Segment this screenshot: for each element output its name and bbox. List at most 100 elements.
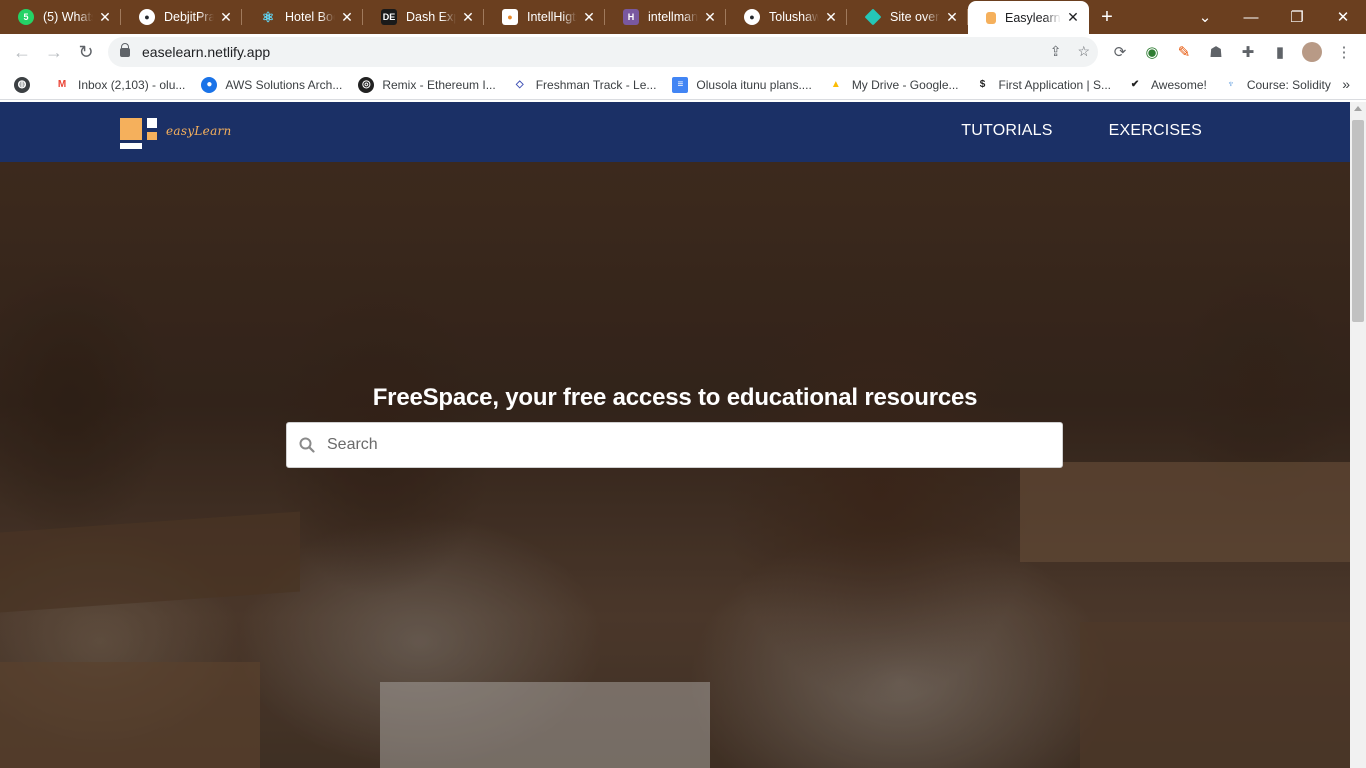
bookmark-star-icon[interactable]: ☆ [1077,43,1090,60]
page-scrollbar[interactable] [1350,102,1366,768]
pen-extension-icon[interactable]: ✎ [1168,42,1200,62]
freshman-icon: ◇ [515,79,524,90]
reload-icon[interactable]: ↻ [70,36,102,68]
github-icon: ● [139,9,155,25]
bookmark-label: Course: Solidity [1246,77,1331,92]
netlify-icon [864,8,882,26]
url-text[interactable]: easelearn.netlify.app [142,44,270,60]
close-window-icon[interactable]: ✕ [1320,8,1366,26]
tab-title: (5) WhatsApp [43,10,93,24]
bookmark-label: Awesome! [1151,77,1207,92]
logo-text: easyLearn [166,124,232,138]
nav-exercises-link[interactable]: EXERCISES [1109,122,1202,140]
search-icon [299,437,315,453]
restore-icon[interactable]: ❐ [1274,8,1320,26]
close-icon[interactable]: ✕ [944,9,960,26]
bookmark-label: My Drive - Google... [851,77,959,92]
close-icon[interactable]: ✕ [581,9,597,26]
drive-icon: ▲ [830,79,841,90]
easylearn-icon [986,11,996,24]
back-icon[interactable]: ← [6,36,38,68]
react-icon: ⚛ [261,8,275,25]
tab-easylearn[interactable]: Easylearn | ✕ [968,0,1089,35]
bookmark-item[interactable]: ✔ Awesome! [1127,77,1207,93]
awesome-icon: ✔ [1130,79,1140,90]
tab-title: IntellHigts [527,10,577,24]
tab-title: intellmanage [648,10,698,24]
share-icon[interactable]: ⇪ [1050,43,1062,60]
site-navbar: easyLearn TUTORIALS EXERCISES [0,102,1350,162]
intell-icon: ● [502,9,518,25]
globe-icon: ◍ [14,76,30,93]
globe-extension-icon[interactable]: ◉ [1136,42,1168,62]
tab-title: Site overview [890,10,940,24]
docs-icon: ≡ [672,76,689,93]
bookmark-item[interactable]: ◇ Freshman Track - Le... [512,77,657,93]
menu-icon[interactable]: ⋮ [1328,42,1360,62]
close-icon[interactable]: ✕ [339,9,355,26]
tab-dash-express[interactable]: DE Dash Express ✕ [363,0,484,34]
heroku-icon: H [623,9,639,25]
tab-title: Easylearn | [1005,10,1061,25]
scrollbar-thumb[interactable] [1352,120,1364,322]
close-icon[interactable]: ✕ [702,9,718,26]
puzzle-icon[interactable]: ✚ [1232,42,1264,62]
bookmark-label: Inbox (2,103) - olu... [78,77,186,92]
bookmarks-bar: ◍ M Inbox (2,103) - olu... ● AWS Solutions… [0,70,1366,100]
bookmark-label: AWS Solutions Arch... [225,77,343,92]
tab-whatsapp[interactable]: 5 (5) WhatsApp ✕ [0,0,121,34]
course-icon: ♆ [1227,79,1235,90]
close-icon[interactable]: ✕ [97,9,113,26]
bookmark-item[interactable]: M Inbox (2,103) - olu... [54,77,186,93]
forward-icon[interactable]: → [38,36,70,68]
close-icon[interactable]: ✕ [218,9,234,26]
minimize-icon[interactable]: — [1228,9,1274,26]
dash-icon: DE [381,9,397,25]
scroll-up-icon[interactable] [1354,106,1362,111]
tab-intellhigts[interactable]: ● IntellHigts ✕ [484,0,605,34]
page-viewport: easyLearn TUTORIALS EXERCISES FreeSpace,… [0,102,1350,768]
tab-github-tolushawlat[interactable]: ● Tolushawlat ✕ [726,0,847,34]
tab-github-debjit[interactable]: ● DebjitPramanik ✕ [121,0,242,34]
robot-extension-icon[interactable]: ☗ [1200,42,1232,62]
tab-search-icon[interactable]: ⌄ [1182,8,1228,26]
bookmark-item[interactable]: ≡ Olusola itunu plans.... [672,76,812,93]
bookmark-item[interactable]: ◎ Remix - Ethereum I... [358,76,496,93]
tab-title: Hotel Booking [285,10,335,24]
sidepanel-icon[interactable]: ▮ [1264,42,1296,62]
site-nav: TUTORIALS EXERCISES [961,122,1202,140]
address-bar[interactable]: easelearn.netlify.app ⇪ ☆ [108,37,1098,67]
whatsapp-icon: 5 [18,9,34,25]
close-icon[interactable]: ✕ [1065,9,1081,26]
github-icon: ● [744,9,760,25]
search-box[interactable] [286,422,1063,468]
close-icon[interactable]: ✕ [460,9,476,26]
search-input[interactable] [327,436,1062,454]
bookmarks-overflow-icon[interactable]: » [1342,76,1350,92]
bookmark-globe[interactable]: ◍ [14,76,38,93]
site-logo[interactable]: easyLearn [120,118,232,150]
avatar[interactable] [1296,42,1328,62]
nav-tutorials-link[interactable]: TUTORIALS [961,122,1052,140]
aws-icon: ● [201,76,218,93]
hero-title: FreeSpace, your free access to education… [372,384,978,411]
bookmark-item[interactable]: ● AWS Solutions Arch... [201,76,343,93]
sync-extension-icon[interactable]: ⟳ [1104,42,1136,62]
window-controls: ⌄ — ❐ ✕ [1182,0,1366,34]
tab-strip: 5 (5) WhatsApp ✕ ● DebjitPramanik ✕ ⚛ Ho… [0,0,1366,35]
tab-title: DebjitPramanik [164,10,214,24]
close-icon[interactable]: ✕ [823,9,839,26]
tab-hotel-booking[interactable]: ⚛ Hotel Booking ✕ [242,0,363,34]
tab-title: Dash Express [406,10,456,24]
lock-icon[interactable] [120,42,130,57]
bookmark-label: First Application | S... [998,77,1112,92]
bookmark-item[interactable]: ▲ My Drive - Google... [828,77,959,93]
bookmark-label: Olusola itunu plans.... [696,77,812,92]
gmail-icon: M [57,79,67,90]
bookmark-item[interactable]: ♆ Course: Solidity [1223,77,1331,93]
bookmark-item[interactable]: $ First Application | S... [975,77,1112,93]
logo-icon [120,118,158,150]
tab-site-overview[interactable]: Site overview ✕ [847,0,968,34]
new-tab-button[interactable]: + [1089,6,1125,29]
tab-intellmanage[interactable]: H intellmanage ✕ [605,0,726,34]
